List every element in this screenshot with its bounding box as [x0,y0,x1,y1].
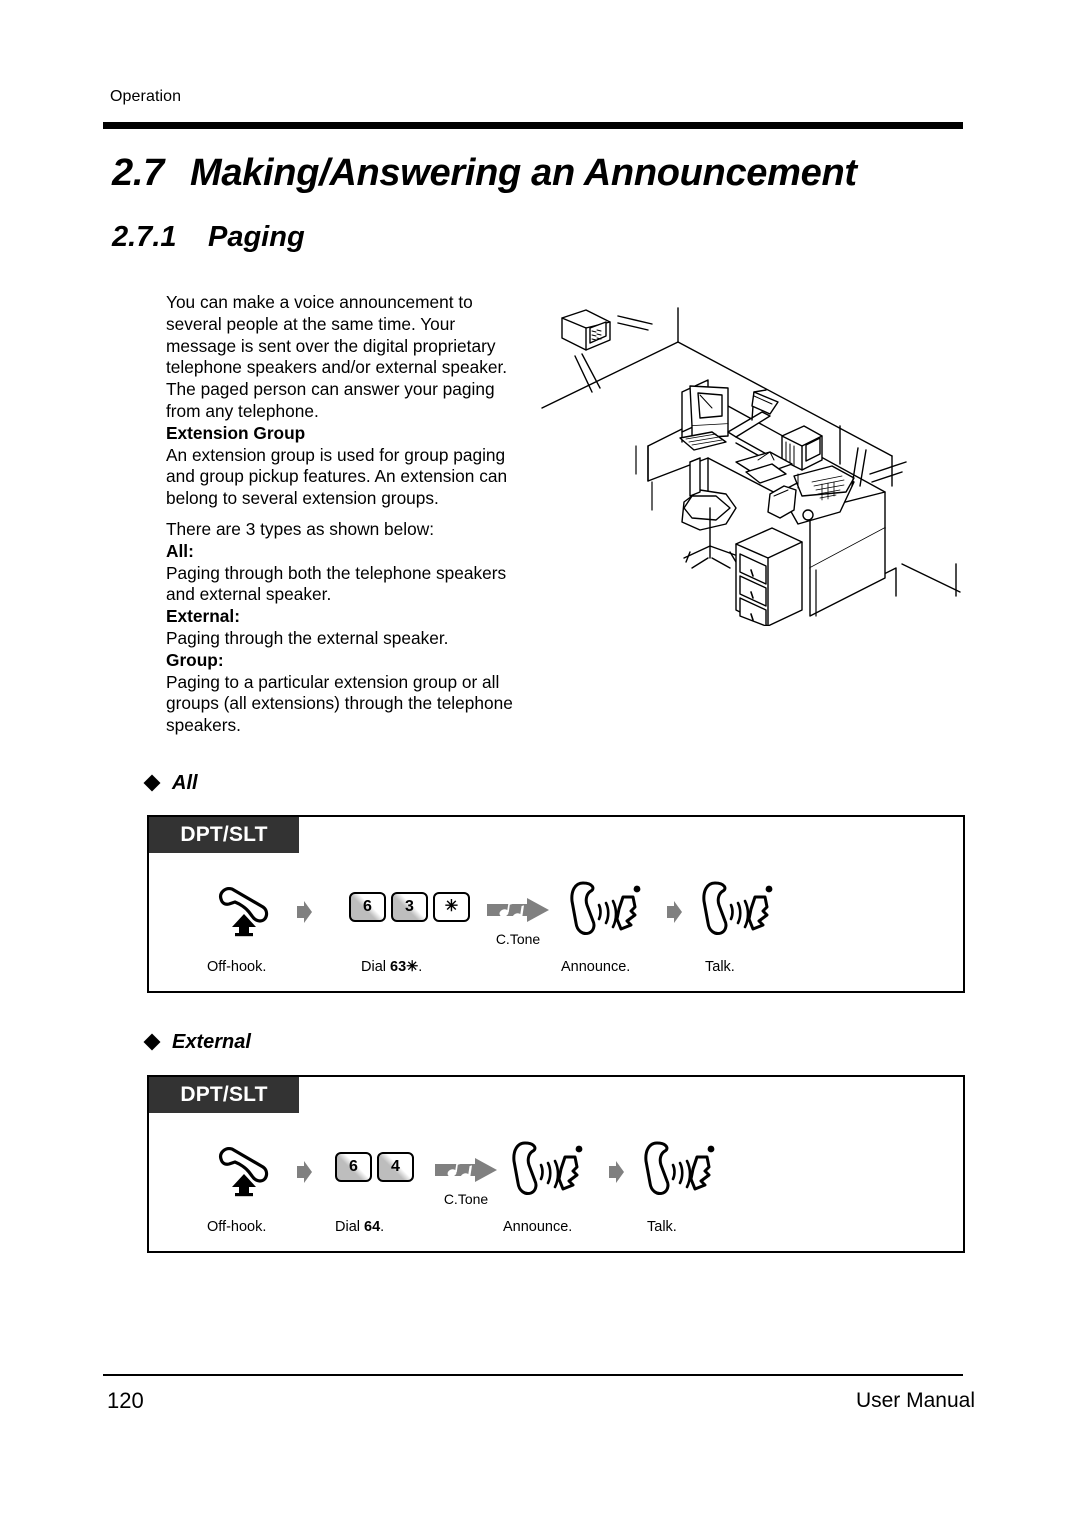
caption-announce-all: Announce. [561,959,631,975]
off-hook-handset-icon [219,1147,269,1197]
announce-handset-icon [512,1141,583,1195]
bullet-label-external: External [172,1031,251,1053]
key-asterisk[interactable]: ✳ [433,892,470,922]
procedure-box-all: DPT/SLT 6 3 ✳ C.Tone Off-hook. Dial 63✳.… [147,815,965,993]
header-rule [103,122,963,129]
type-label-external: External: [166,606,240,627]
types-intro: There are 3 types as shown below: [166,518,435,539]
diamond-bullet-icon [143,774,161,792]
keypad-keys-external: 6 4 [335,1152,414,1182]
talk-handset-icon [644,1141,715,1195]
key-3[interactable]: 3 [391,892,428,922]
step-announce-external [511,1139,589,1204]
step-dial-all: 6 3 ✳ [349,892,470,922]
footer-rule [103,1374,963,1376]
caption-talk-external: Talk. [647,1219,677,1235]
type-desc-external: Paging through the external speaker. [166,627,449,648]
manual-label: User Manual [855,1389,975,1412]
diamond-bullet-icon [143,1033,161,1051]
subsection-title: Paging [208,221,305,253]
step-arrow-1-all [297,901,312,923]
bullet-heading-all: All [143,772,198,795]
step-confirmation-tone-all: C.Tone [487,897,549,947]
step-talk-all [701,879,779,944]
drawer-unit [735,527,803,627]
off-hook-handset-icon [219,887,269,937]
ctone-label-all: C.Tone [495,931,541,947]
step-arrow-2-all [667,901,682,923]
section-number: 2.7 [112,152,164,194]
extension-group-paragraph: An extension group is used for group pag… [166,444,508,509]
bullet-heading-external: External [143,1031,251,1054]
caption-announce-external: Announce. [503,1219,573,1235]
step-announce-all [569,879,647,944]
section-heading: 2.7 Making/Answering an Announcement [112,152,857,195]
page-number: 120 [107,1388,144,1413]
subsection-heading: 2.7.1 Paging [112,221,305,254]
step-arrow-2-external [609,1161,624,1183]
computer [679,379,729,451]
step-dial-external: 6 4 [335,1152,414,1182]
type-desc-group: Paging to a particular extension group o… [166,671,513,736]
wall-speaker-icon [561,309,653,393]
step-arrow-1-external [297,1161,312,1183]
extension-group-heading: Extension Group [166,422,306,443]
step-confirmation-tone-external: C.Tone [435,1157,497,1207]
procedure-box-external: DPT/SLT 6 4 C.Tone Off-hook. Dial 64. An… [147,1075,965,1253]
key-4[interactable]: 4 [377,1152,414,1182]
key-6[interactable]: 6 [349,892,386,922]
talk-handset-icon [702,881,773,935]
intro-paragraph: You can make a voice announcement to sev… [166,292,508,421]
step-talk-external [643,1139,721,1204]
procedure-steps-external: 6 4 C.Tone Off-hook. Dial 64. Announce. … [149,1113,963,1251]
procedure-tab-all: DPT/SLT [149,817,299,853]
type-label-group: Group: [166,649,224,670]
confirmation-tone-icon [487,898,549,922]
running-head: Operation [110,88,182,105]
caption-off-hook-external: Off-hook. [207,1219,267,1235]
keypad-keys-all: 6 3 ✳ [349,892,470,922]
section-title: Making/Answering an Announcement [190,152,857,194]
type-desc-all: Paging through both the telephone speake… [166,562,507,605]
ctone-label-external: C.Tone [443,1191,489,1207]
procedure-tab-external: DPT/SLT [149,1077,299,1113]
caption-talk-all: Talk. [705,959,735,975]
confirmation-tone-icon [435,1158,497,1182]
announce-handset-icon [570,881,641,935]
type-label-all: All: [166,540,194,561]
step-off-hook-external [213,1141,275,1202]
caption-off-hook-all: Off-hook. [207,959,267,975]
document-page: Operation 2.7 Making/Answering an Announc… [0,0,1080,1528]
office-illustration [540,296,970,631]
procedure-steps-all: 6 3 ✳ C.Tone Off-hook. Dial 63✳. Announc… [149,853,963,991]
key-6[interactable]: 6 [335,1152,372,1182]
step-off-hook-all [213,881,275,942]
body-text-column: You can make a voice announcement to sev… [166,292,522,737]
chair [681,457,739,569]
subsection-number: 2.7.1 [112,221,177,253]
caption-dial-all: Dial 63✳. [361,959,423,975]
caption-dial-external: Dial 64. [335,1219,385,1235]
bullet-label-all: All [172,772,198,794]
